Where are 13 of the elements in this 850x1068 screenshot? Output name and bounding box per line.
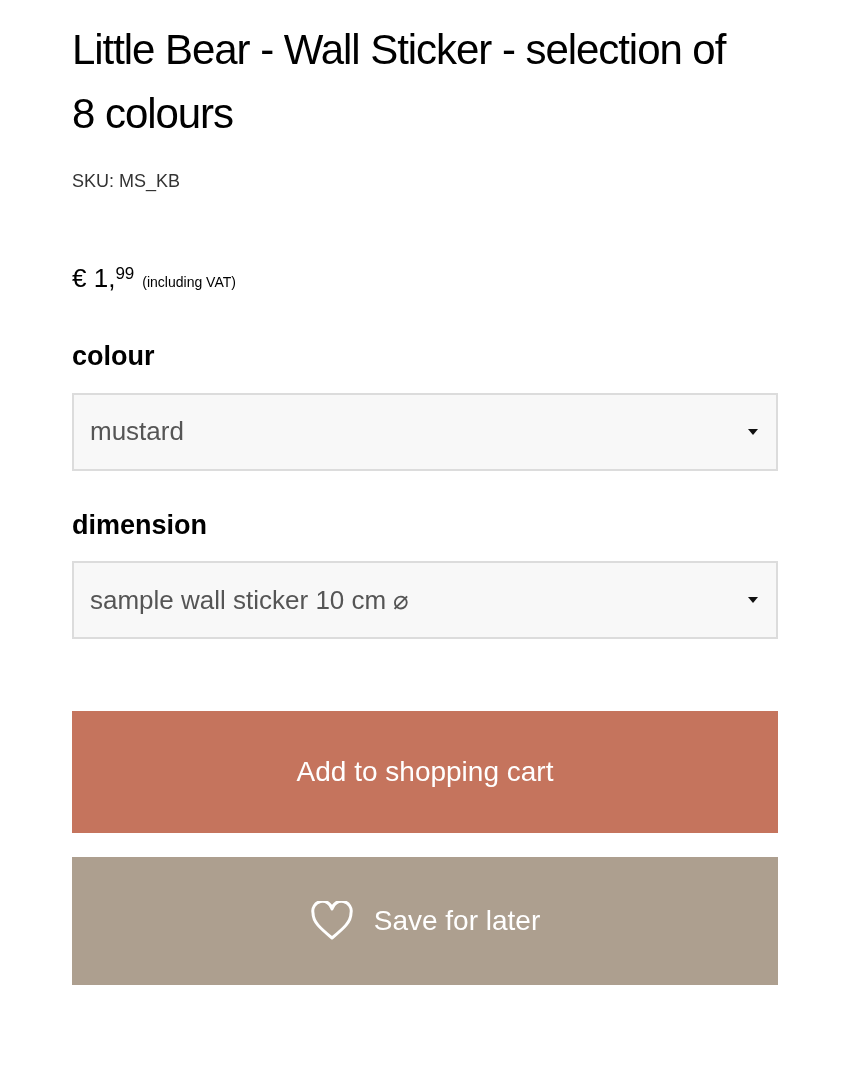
vat-note: (including VAT): [142, 273, 236, 292]
caret-icon: [748, 597, 758, 603]
option-label: dimension: [72, 508, 208, 542]
heart-icon: [309, 901, 354, 941]
select-dropdown[interactable]: mustard: [72, 392, 778, 471]
product-title: Little Bear - Wall Sticker - selection of 8 colours: [72, 25, 727, 139]
caret-icon: [748, 428, 758, 435]
sku-text: SKU: MS_KB: [72, 170, 182, 194]
option-label: colour: [72, 340, 156, 373]
select-dropdown[interactable]: sample wall sticker 10 cm ⌀: [72, 561, 778, 639]
select-value: mustard: [90, 415, 184, 448]
select-value: sample wall sticker 10 cm ⌀: [90, 583, 410, 617]
price: € 1,$^{99}$: [72, 262, 135, 295]
